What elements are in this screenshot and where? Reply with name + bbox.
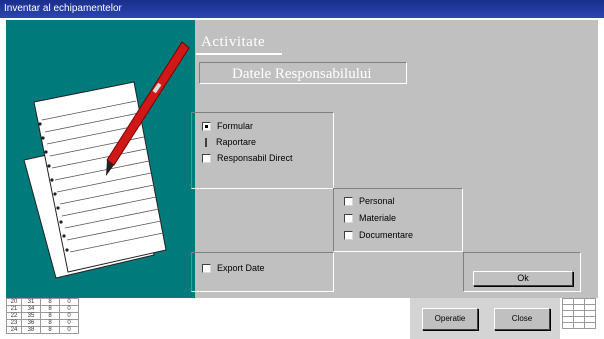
table-cell: 20 xyxy=(6,298,22,306)
table-row: 23 36 8 0 xyxy=(6,319,79,327)
notepad-pen-illustration xyxy=(23,41,190,279)
table-row: 24 38 8 0 xyxy=(6,326,79,334)
table-cell: 23 xyxy=(6,319,22,327)
responsabil-label: Responsabil Direct xyxy=(217,153,293,163)
option-export[interactable]: Export Date xyxy=(202,263,265,273)
window-titlebar[interactable]: Inventar al echipamentelor xyxy=(0,0,604,18)
table-cell: 0 xyxy=(59,312,79,320)
table-cell: 34 xyxy=(21,305,41,313)
table-cell: 8 xyxy=(40,305,60,313)
table-cell: 24 xyxy=(6,326,22,334)
raportare-checkbox[interactable] xyxy=(205,137,207,147)
table-cell: 21 xyxy=(6,305,22,313)
title-underline xyxy=(196,53,282,55)
export-label: Export Date xyxy=(217,263,265,273)
materiale-label: Materiale xyxy=(359,213,397,223)
table-row: 22 35 8 0 xyxy=(6,312,79,320)
close-button[interactable]: Close xyxy=(494,308,550,330)
subtitle-box: Datele Responsabilului xyxy=(199,62,407,84)
table-cell: 0 xyxy=(59,319,79,327)
table-cell xyxy=(573,322,585,329)
ok-button[interactable]: Ok xyxy=(473,271,573,286)
table-cell: 22 xyxy=(6,312,22,320)
option-responsabil[interactable]: Responsabil Direct xyxy=(202,153,293,163)
illustration-panel xyxy=(6,20,195,299)
option-formular[interactable]: Formular xyxy=(202,121,253,131)
table-row xyxy=(562,322,596,329)
table-cell: 8 xyxy=(40,319,60,327)
table-cell: 36 xyxy=(21,319,41,327)
window-title: Inventar al echipamentelor xyxy=(4,3,122,14)
responsabil-checkbox[interactable] xyxy=(202,153,211,163)
table-cell: 35 xyxy=(21,312,41,320)
sheet-grid-left: 20 31 8 0 21 34 8 0 22 35 8 0 23 36 8 0 … xyxy=(6,298,79,334)
table-cell: 0 xyxy=(59,298,79,306)
personal-label: Personal xyxy=(359,196,395,206)
table-cell: 8 xyxy=(40,312,60,320)
formular-label: Formular xyxy=(217,121,254,131)
table-row: 20 31 8 0 xyxy=(6,298,79,306)
operatie-button[interactable]: Operatie xyxy=(422,308,478,330)
personal-checkbox[interactable] xyxy=(344,196,353,206)
background-spreadsheet: 20 31 8 0 21 34 8 0 22 35 8 0 23 36 8 0 … xyxy=(0,298,604,339)
formular-checkbox[interactable] xyxy=(202,121,211,131)
documentare-checkbox[interactable] xyxy=(344,230,353,240)
table-cell: 0 xyxy=(59,305,79,313)
option-materiale[interactable]: Materiale xyxy=(344,213,396,223)
table-cell xyxy=(562,322,574,329)
documentare-label: Documentare xyxy=(359,230,414,240)
raportare-label: Raportare xyxy=(216,137,257,147)
option-documentare[interactable]: Documentare xyxy=(344,230,413,240)
table-cell: 31 xyxy=(21,298,41,306)
main-dialog: Activitate Datele Responsabilului Formul… xyxy=(5,19,599,300)
export-checkbox[interactable] xyxy=(202,263,211,273)
table-cell: 0 xyxy=(59,326,79,334)
table-cell: 8 xyxy=(40,298,60,306)
sheet-grid-right xyxy=(562,298,596,329)
table-cell: 38 xyxy=(21,326,41,334)
section-title: Activitate xyxy=(201,34,266,50)
option-raportare[interactable]: Raportare xyxy=(202,137,256,147)
table-cell xyxy=(584,322,596,329)
option-personal[interactable]: Personal xyxy=(344,196,395,206)
sheet-button-strip: Operatie Close xyxy=(410,298,560,339)
materiale-checkbox[interactable] xyxy=(344,213,353,223)
subtitle-label: Datele Responsabilului xyxy=(232,66,372,82)
table-row: 21 34 8 0 xyxy=(6,305,79,313)
table-cell: 8 xyxy=(40,326,60,334)
